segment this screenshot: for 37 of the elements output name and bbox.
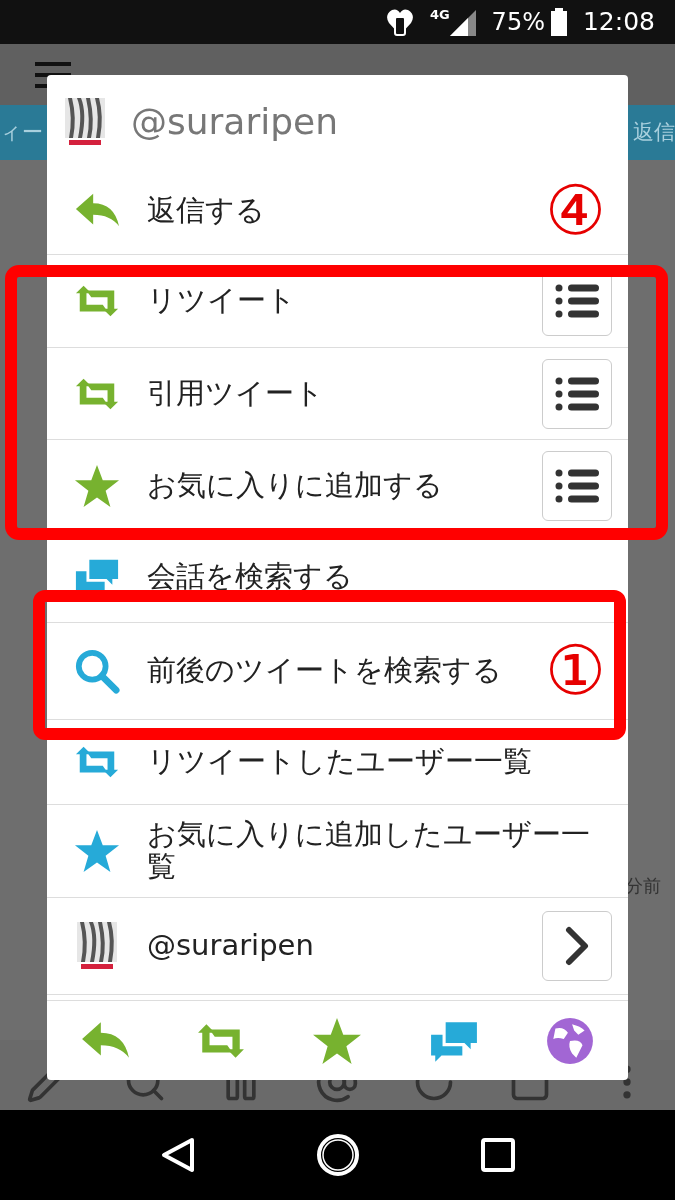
menu-item[interactable]: 会話を検索する — [47, 532, 628, 623]
annotation-number: ④ — [545, 177, 606, 245]
network-type: 4G — [429, 8, 450, 21]
menu-item-label: @suraripen — [147, 930, 314, 962]
menu-item-label: 返信する — [147, 195, 265, 227]
options-button[interactable] — [542, 358, 612, 429]
home-icon[interactable] — [315, 1133, 360, 1177]
open-profile-button[interactable] — [542, 911, 612, 981]
menu-item-label: お気に入りに追加する — [147, 469, 443, 502]
options-button[interactable] — [542, 450, 612, 521]
menu-item-label: 会話を検索する — [147, 561, 353, 593]
menu-item[interactable]: お気に入りに追加する — [47, 440, 628, 532]
list-icon — [555, 284, 599, 318]
phone-heart-icon — [385, 7, 414, 37]
menu-item-label: リツイート — [147, 285, 296, 317]
clock: 12:08 — [582, 6, 655, 39]
menu-item[interactable]: 引用ツイート — [47, 348, 628, 440]
menu-item-label: 前後のツイートを検索する — [147, 655, 502, 687]
menu-item[interactable]: リツイート — [47, 255, 628, 348]
signal-icon — [449, 10, 476, 36]
menu-item[interactable]: リツイートしたユーザー一覧 — [47, 720, 628, 805]
menu-item[interactable]: @suraripen — [47, 898, 628, 995]
chevron-right-icon — [565, 926, 589, 966]
list-icon — [555, 468, 599, 503]
menu-item[interactable]: 前後のツイートを検索する ① — [47, 623, 628, 720]
annotation-number: ① — [545, 637, 606, 705]
battery-percent: 75% — [491, 7, 545, 38]
menu-item-label: 引用ツイート — [147, 377, 324, 410]
back-icon[interactable] — [160, 1137, 195, 1173]
menu-item[interactable]: 返信する ④ — [47, 168, 628, 255]
menu-item-label: お気に入りに追加したユーザー一覧 — [147, 819, 591, 883]
menu-item-label: リツイートしたユーザー一覧 — [147, 746, 532, 778]
dialog-title: @suraripen — [131, 99, 339, 144]
menu-item[interactable]: お気に入りに追加したユーザー一覧 — [47, 805, 628, 898]
recents-icon[interactable] — [480, 1138, 515, 1172]
battery-icon — [550, 8, 567, 36]
list-icon — [555, 376, 599, 411]
